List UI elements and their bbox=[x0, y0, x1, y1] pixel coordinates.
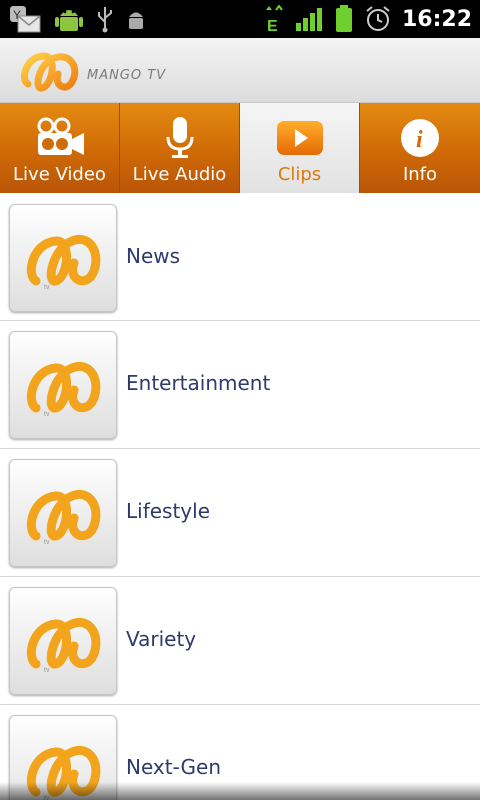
svg-text:E: E bbox=[267, 18, 278, 33]
mango-tv-logo: tv bbox=[26, 617, 101, 674]
app-header: MANGO TV bbox=[0, 38, 480, 103]
mango-tv-logo: tv bbox=[26, 489, 101, 546]
category-thumbnail: tv bbox=[9, 459, 117, 567]
signal-icon bbox=[295, 8, 322, 31]
tab-live-audio[interactable]: Live Audio bbox=[120, 103, 240, 193]
tab-bar: Live Video Live Audio Clips i Info bbox=[0, 103, 480, 193]
category-label: Lifestyle bbox=[126, 499, 211, 523]
mango-tv-logo: tv bbox=[26, 234, 101, 291]
tab-clips-label: Clips bbox=[277, 164, 322, 185]
category-thumbnail: tv bbox=[9, 331, 117, 439]
mango-tv-logo: tv bbox=[26, 361, 101, 418]
list-item-lifestyle[interactable]: tv Lifestyle bbox=[0, 449, 480, 577]
category-label: Variety bbox=[126, 627, 197, 651]
tab-live-audio-label: Live Audio bbox=[132, 164, 227, 185]
android-icon bbox=[55, 10, 83, 31]
category-thumbnail: tv bbox=[9, 204, 117, 312]
mango-tv-logo bbox=[21, 52, 79, 92]
list-item-variety[interactable]: tv Variety bbox=[0, 577, 480, 705]
tab-live-video[interactable]: Live Video bbox=[0, 103, 120, 193]
clock: 16:22 bbox=[401, 6, 472, 32]
tab-info[interactable]: i Info bbox=[360, 103, 480, 193]
tab-info-label: Info bbox=[402, 164, 438, 185]
category-label: News bbox=[126, 244, 181, 268]
status-bar: Y E 16:22 bbox=[0, 0, 480, 38]
svg-text:i: i bbox=[416, 127, 423, 153]
debug-icon bbox=[129, 12, 143, 29]
alarm-icon bbox=[366, 6, 390, 31]
list-item-entertainment[interactable]: tv Entertainment bbox=[0, 321, 480, 449]
category-thumbnail: tv bbox=[9, 587, 117, 695]
svg-text:tv: tv bbox=[44, 411, 50, 418]
yahoo-mail-icon: Y bbox=[10, 6, 41, 33]
tab-clips[interactable]: Clips bbox=[240, 103, 360, 193]
microphone-icon bbox=[166, 117, 193, 158]
list-item-news[interactable]: tv News bbox=[0, 204, 480, 321]
category-label: Entertainment bbox=[126, 371, 271, 395]
notification-icons: Y bbox=[4, 2, 148, 36]
bottom-shadow bbox=[0, 782, 480, 800]
play-icon bbox=[276, 121, 323, 155]
clip-category-list: tv News tv Entertainment tv Lifestyle tv bbox=[0, 193, 480, 800]
usb-icon bbox=[98, 7, 112, 33]
tab-live-video-label: Live Video bbox=[13, 164, 106, 185]
battery-icon bbox=[335, 5, 352, 32]
svg-text:tv: tv bbox=[44, 284, 50, 291]
video-camera-icon bbox=[37, 117, 84, 155]
info-icon: i bbox=[401, 119, 439, 157]
brand-wordmark: MANGO TV bbox=[87, 68, 167, 83]
system-icons: E 16:22 bbox=[264, 0, 472, 38]
svg-text:tv: tv bbox=[44, 539, 50, 546]
svg-text:tv: tv bbox=[44, 667, 50, 674]
category-label: Next-Gen bbox=[126, 755, 222, 779]
edge-data-icon: E bbox=[265, 5, 283, 33]
